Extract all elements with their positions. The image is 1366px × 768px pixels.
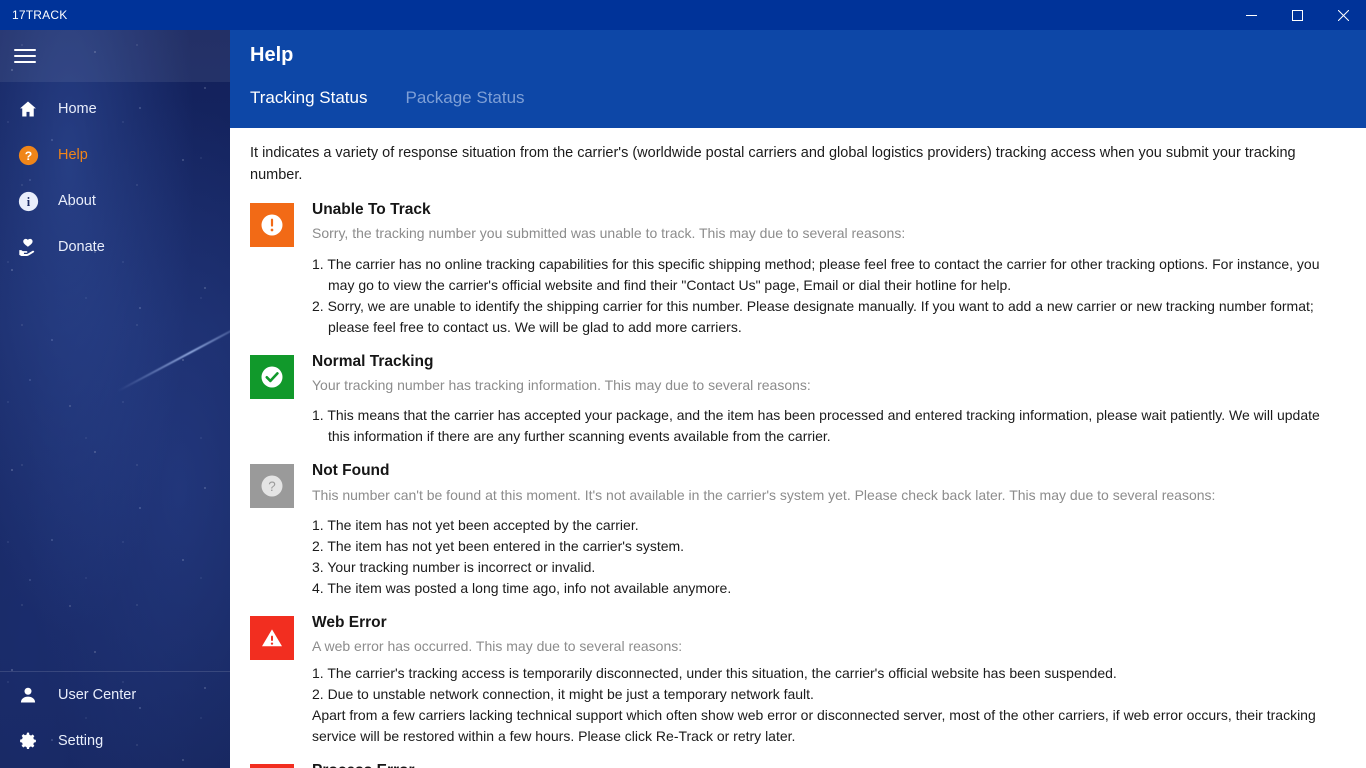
sidebar-item-label: Home <box>58 101 97 117</box>
app-title: 17TRACK <box>12 8 68 22</box>
page-header: Help Tracking Status Package Status <box>230 30 1366 128</box>
tab-package-status[interactable]: Package Status <box>405 88 524 116</box>
sidebar-item-about[interactable]: i About <box>0 178 230 224</box>
status-section-web-error: Web Error A web error has occurred. This… <box>250 599 1366 747</box>
user-icon <box>13 683 43 707</box>
section-title: Web Error <box>312 614 387 632</box>
section-description: Your tracking number has tracking inform… <box>312 377 811 394</box>
list-item: 2. The item has not yet been entered in … <box>312 538 685 555</box>
sidebar-item-setting[interactable]: Setting <box>0 718 230 764</box>
intro-paragraph: It indicates a variety of response situa… <box>250 145 1296 184</box>
section-title: Unable To Track <box>312 201 431 219</box>
svg-text:i: i <box>26 194 30 208</box>
sidebar-nav: Home ? Help i About Donate <box>0 82 230 270</box>
list-item: 1. This means that the carrier has accep… <box>312 407 1320 445</box>
sidebar-item-label: User Center <box>58 687 137 703</box>
status-section-process-error: Process Error <box>250 747 1366 768</box>
status-section-unable-to-track: Unable To Track Sorry, the tracking numb… <box>250 186 1366 338</box>
sidebar-item-donate[interactable]: Donate <box>0 224 230 270</box>
section-reason-list: 1. The carrier has no online tracking ca… <box>312 254 1344 338</box>
section-description: Sorry, the tracking number you submitted… <box>312 225 906 242</box>
menu-toggle-button[interactable] <box>0 30 230 82</box>
list-item: 4. The item was posted a long time ago, … <box>312 580 732 597</box>
list-item: 1. The item has not yet been accepted by… <box>312 517 639 534</box>
section-note: Apart from a few carriers lacking techni… <box>312 706 1316 744</box>
section-body: Unable To Track Sorry, the tracking numb… <box>312 200 1366 338</box>
section-description: A web error has occurred. This may due t… <box>312 638 683 655</box>
status-section-not-found: ? Not Found This number can't be found a… <box>250 447 1366 599</box>
donate-icon <box>13 235 43 259</box>
warning-triangle-icon <box>250 763 294 768</box>
section-description: This number can't be found at this momen… <box>312 486 1216 503</box>
warning-triangle-icon <box>250 616 294 661</box>
list-item: 2. Due to unstable network connection, i… <box>312 685 814 702</box>
home-icon <box>13 97 43 121</box>
sidebar-item-label: Help <box>58 147 88 163</box>
info-icon: i <box>13 189 43 213</box>
sidebar-item-help[interactable]: ? Help <box>0 132 230 178</box>
sidebar-item-user-center[interactable]: User Center <box>0 672 230 718</box>
hamburger-icon <box>14 45 36 67</box>
section-reason-list: 1. The item has not yet been accepted by… <box>312 515 1344 599</box>
close-button[interactable] <box>1320 0 1366 30</box>
section-body: Normal Tracking Your tracking number has… <box>312 352 1366 448</box>
sidebar-item-label: Donate <box>58 239 105 255</box>
sidebar-item-label: About <box>58 193 96 209</box>
sidebar: Home ? Help i About Donate User Center S… <box>0 30 230 768</box>
list-item: 2. Sorry, we are unable to identify the … <box>312 297 1314 335</box>
section-reason-list: 1. This means that the carrier has accep… <box>312 405 1344 447</box>
tab-tracking-status[interactable]: Tracking Status <box>250 88 367 116</box>
sidebar-item-label: Setting <box>58 733 104 749</box>
exclamation-circle-icon <box>250 203 294 248</box>
section-body: Not Found This number can't be found at … <box>312 461 1366 599</box>
window-titlebar: 17TRACK <box>0 0 1366 30</box>
svg-text:?: ? <box>24 148 31 162</box>
list-item: 1. The carrier's tracking access is temp… <box>312 664 1117 681</box>
section-body: Process Error <box>312 761 1366 768</box>
sidebar-item-home[interactable]: Home <box>0 86 230 132</box>
gear-icon <box>13 729 43 753</box>
maximize-button[interactable] <box>1274 0 1320 30</box>
minimize-button[interactable] <box>1228 0 1274 30</box>
check-circle-icon <box>250 354 294 399</box>
tab-bar: Tracking Status Package Status <box>250 88 525 116</box>
section-title: Not Found <box>312 462 390 480</box>
help-content-panel: It indicates a variety of response situa… <box>230 128 1366 768</box>
status-section-normal-tracking: Normal Tracking Your tracking number has… <box>250 338 1366 448</box>
help-icon: ? <box>13 143 43 167</box>
sidebar-bottom-nav: User Center Setting <box>0 671 230 768</box>
list-item: 1. The carrier has no online tracking ca… <box>312 255 1320 293</box>
section-title: Normal Tracking <box>312 352 434 370</box>
question-circle-icon: ? <box>250 464 294 509</box>
list-item: 3. Your tracking number is incorrect or … <box>312 559 596 576</box>
page-title: Help <box>250 44 294 66</box>
section-body: Web Error A web error has occurred. This… <box>312 613 1366 747</box>
section-reason-list: 1. The carrier's tracking access is temp… <box>312 663 1344 747</box>
svg-text:?: ? <box>268 479 276 494</box>
section-title: Process Error <box>312 761 1344 768</box>
